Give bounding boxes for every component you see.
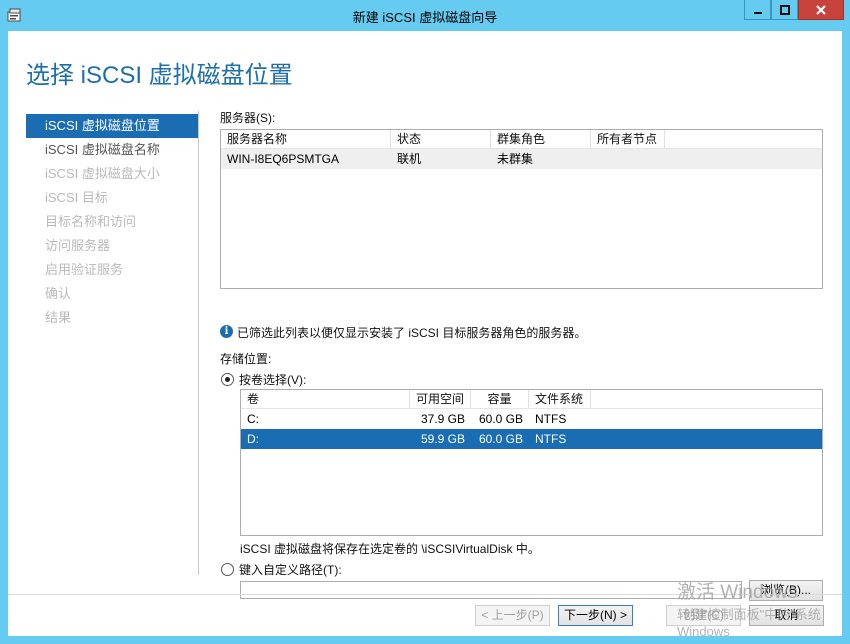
nav-step-iscsi-target: iSCSI 目标 (45, 190, 108, 205)
save-location-note: iSCSI 虚拟磁盘将保存在选定卷的 \iSCSIVirtualDisk 中。 (240, 542, 540, 556)
volume-list[interactable]: 卷 可用空间 容量 文件系统 C: 37.9 GB 60.0 GB NTFS D… (240, 389, 823, 536)
custom-path-radio[interactable] (221, 563, 234, 576)
nav-step-disk-size: iSCSI 虚拟磁盘大小 (45, 166, 160, 181)
server-row[interactable]: WIN-I8EQ6PSMTGA 联机 未群集 (221, 149, 822, 169)
close-icon (816, 4, 826, 15)
minimize-button[interactable] (744, 0, 771, 20)
maximize-button[interactable] (771, 0, 798, 20)
nav-step-auth-services: 启用验证服务 (45, 262, 124, 277)
activation-watermark-os: Windows (677, 624, 730, 639)
nav-step-disk-name[interactable]: iSCSI 虚拟磁盘名称 (26, 138, 198, 162)
close-button[interactable] (798, 0, 844, 20)
next-button[interactable]: 下一步(N) > (558, 605, 633, 626)
wizard-client-area: 选择 iSCSI 虚拟磁盘位置 iSCSI 虚拟磁盘位置 iSCSI 虚拟磁盘名… (8, 31, 842, 639)
column-header-free-space[interactable]: 可用空间 (410, 390, 471, 409)
nav-step-target-name-access: 目标名称和访问 (45, 214, 137, 229)
volume-free-cell: 59.9 GB (420, 432, 465, 446)
title-bar[interactable]: 新建 iSCSI 虚拟磁盘向导 (0, 0, 850, 32)
wizard-window: 新建 iSCSI 虚拟磁盘向导 选择 iSCSI 虚拟磁盘位置 iSCSI 虚拟… (0, 0, 850, 644)
column-header-file-system[interactable]: 文件系统 (529, 390, 591, 409)
page-title: 选择 iSCSI 虚拟磁盘位置 (26, 62, 293, 89)
window-title: 新建 iSCSI 虚拟磁盘向导 (352, 10, 498, 25)
volume-fs-cell: NTFS (535, 432, 567, 446)
column-header-cluster-role[interactable]: 群集角色 (491, 130, 591, 149)
volume-name-cell: D: (247, 432, 259, 446)
column-header-status[interactable]: 状态 (391, 130, 491, 149)
server-name-cell: WIN-I8EQ6PSMTGA (227, 152, 340, 166)
server-list-header: 服务器名称 状态 群集角色 所有者节点 (221, 130, 822, 149)
nav-step-access-servers: 访问服务器 (45, 238, 111, 253)
activation-watermark-hint: 转到"控制面板"中的"系统 (677, 607, 821, 622)
servers-label: 服务器(S): (220, 111, 276, 125)
server-list[interactable]: 服务器名称 状态 群集角色 所有者节点 WIN-I8EQ6PSMTGA 联机 未… (220, 129, 823, 289)
by-volume-radio[interactable] (221, 373, 234, 386)
server-status-cell: 联机 (397, 152, 422, 166)
volume-list-header: 卷 可用空间 容量 文件系统 (241, 390, 822, 409)
column-header-owner-node[interactable]: 所有者节点 (591, 130, 665, 149)
column-header-volume[interactable]: 卷 (241, 390, 410, 409)
column-header-server-name[interactable]: 服务器名称 (221, 130, 391, 149)
volume-name-cell: C: (247, 412, 259, 426)
activation-watermark-title: 激活 Windows (677, 582, 798, 603)
previous-button[interactable]: < 上一步(P) (475, 605, 550, 626)
minimize-icon (753, 11, 762, 14)
volume-free-cell: 37.9 GB (420, 412, 465, 426)
volume-capacity-cell: 60.0 GB (478, 412, 523, 426)
maximize-icon (779, 4, 790, 15)
server-owner-node-cell (591, 149, 665, 169)
nav-step-disk-location[interactable]: iSCSI 虚拟磁盘位置 (26, 114, 198, 138)
server-filter-info: 已筛选此列表以便仅显示安装了 iSCSI 目标服务器角色的服务器。 (237, 326, 587, 340)
wizard-step-nav: iSCSI 虚拟磁盘位置 iSCSI 虚拟磁盘名称 iSCSI 虚拟磁盘大小 i… (26, 111, 199, 575)
by-volume-label[interactable]: 按卷选择(V): (239, 371, 306, 388)
custom-path-input[interactable] (240, 581, 742, 599)
nav-step-confirm: 确认 (45, 286, 72, 301)
column-header-capacity[interactable]: 容量 (471, 390, 529, 409)
custom-path-label[interactable]: 键入自定义路径(T): (239, 561, 342, 578)
volume-row-c[interactable]: C: 37.9 GB 60.0 GB NTFS (241, 409, 822, 429)
server-cluster-role-cell: 未群集 (497, 152, 534, 166)
volume-fs-cell: NTFS (535, 412, 567, 426)
volume-row-d[interactable]: D: 59.9 GB 60.0 GB NTFS (241, 429, 822, 449)
volume-capacity-cell: 60.0 GB (478, 432, 523, 446)
nav-step-results: 结果 (45, 310, 72, 325)
storage-location-label: 存储位置: (220, 352, 272, 366)
info-icon: i (220, 325, 233, 338)
